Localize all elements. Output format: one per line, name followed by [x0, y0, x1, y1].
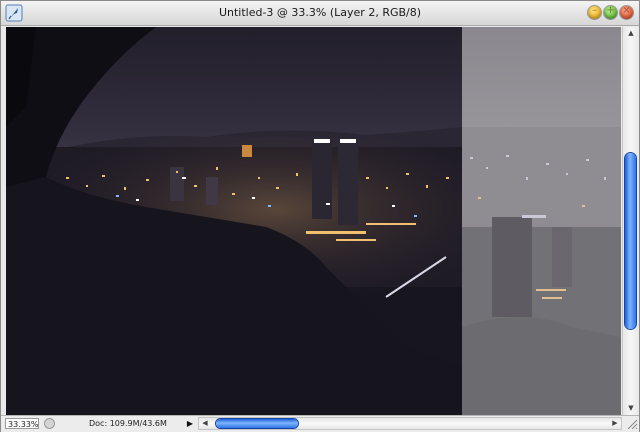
resize-grip-icon[interactable] — [625, 417, 638, 430]
minimize-button[interactable]: – — [588, 5, 601, 19]
arrow-right-icon[interactable]: ▶ — [609, 418, 621, 429]
status-bar: 33.33% Doc: 109.9M/43.6M ▶ ◀ ▶ — [1, 415, 639, 432]
triangle-right-icon[interactable]: ▶ — [185, 418, 195, 429]
arrow-down-icon[interactable]: ▼ — [623, 402, 639, 415]
vertical-scrollbar[interactable]: ▲ ▼ — [622, 27, 639, 415]
arrow-up-icon[interactable]: ▲ — [623, 27, 639, 40]
arrow-left-icon[interactable]: ◀ — [199, 418, 211, 429]
zoom-level-field[interactable]: 33.33% — [5, 418, 39, 429]
horizontal-scrollbar[interactable]: ◀ ▶ — [198, 417, 622, 430]
document-size-info: Doc: 109.9M/43.6M — [89, 419, 167, 428]
dark-layer-image — [6, 27, 462, 415]
horizontal-scroll-thumb[interactable] — [216, 419, 298, 428]
title-bar[interactable]: Untitled-3 @ 33.3% (Layer 2, RGB/8) – + … — [1, 1, 639, 26]
vertical-scroll-thumb[interactable] — [625, 153, 636, 329]
status-circle-icon[interactable] — [44, 418, 55, 429]
document-window: Untitled-3 @ 33.3% (Layer 2, RGB/8) – + … — [0, 0, 640, 432]
close-icon: × — [622, 5, 631, 16]
document-canvas[interactable] — [6, 27, 621, 415]
close-button[interactable]: × — [620, 5, 633, 19]
original-layer-image — [462, 27, 621, 415]
minimize-icon: – — [592, 5, 597, 16]
maximize-button[interactable]: + — [604, 5, 617, 19]
maximize-icon: + — [606, 5, 615, 16]
window-title: Untitled-3 @ 33.3% (Layer 2, RGB/8) — [218, 6, 422, 19]
